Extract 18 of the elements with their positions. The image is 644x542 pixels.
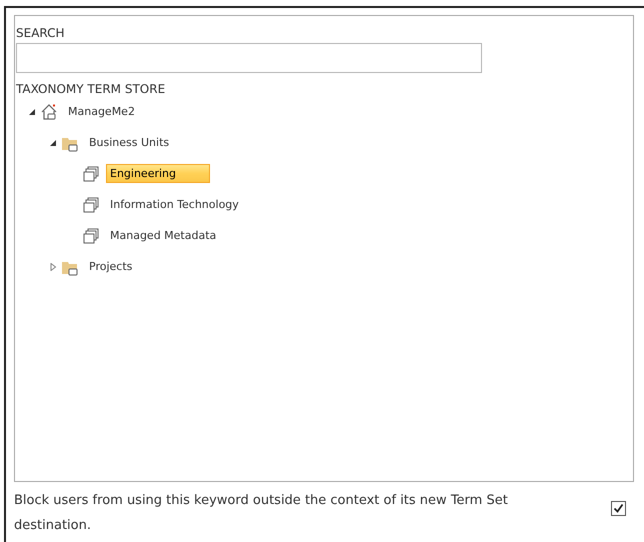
tag-stack-icon	[82, 196, 100, 214]
checkbox[interactable]	[611, 501, 626, 516]
house-icon	[40, 102, 58, 120]
option-label: Block users from using this keyword outside the context of its new Term Set destination.	[14, 492, 509, 535]
tree-item[interactable]: Information Technology	[106, 195, 243, 214]
search-field[interactable]	[16, 43, 482, 73]
tree-item[interactable]: ManageMe2	[64, 102, 139, 121]
tree-item[interactable]: Projects	[85, 257, 136, 276]
tag-stack-icon	[82, 226, 100, 244]
collapse-arrow-icon[interactable]	[28, 108, 36, 116]
tree-heading: TAXONOMY TERM STORE	[16, 82, 166, 96]
expand-arrow-icon[interactable]	[49, 262, 57, 270]
tree-item[interactable]: Engineering	[106, 164, 210, 183]
tree-item[interactable]: Business Units	[85, 133, 174, 152]
search-label: SEARCH	[16, 26, 66, 40]
tree-item[interactable]: Managed Metadata	[106, 226, 220, 245]
tag-stack-icon	[82, 164, 100, 182]
collapse-arrow-icon[interactable]	[49, 138, 57, 146]
